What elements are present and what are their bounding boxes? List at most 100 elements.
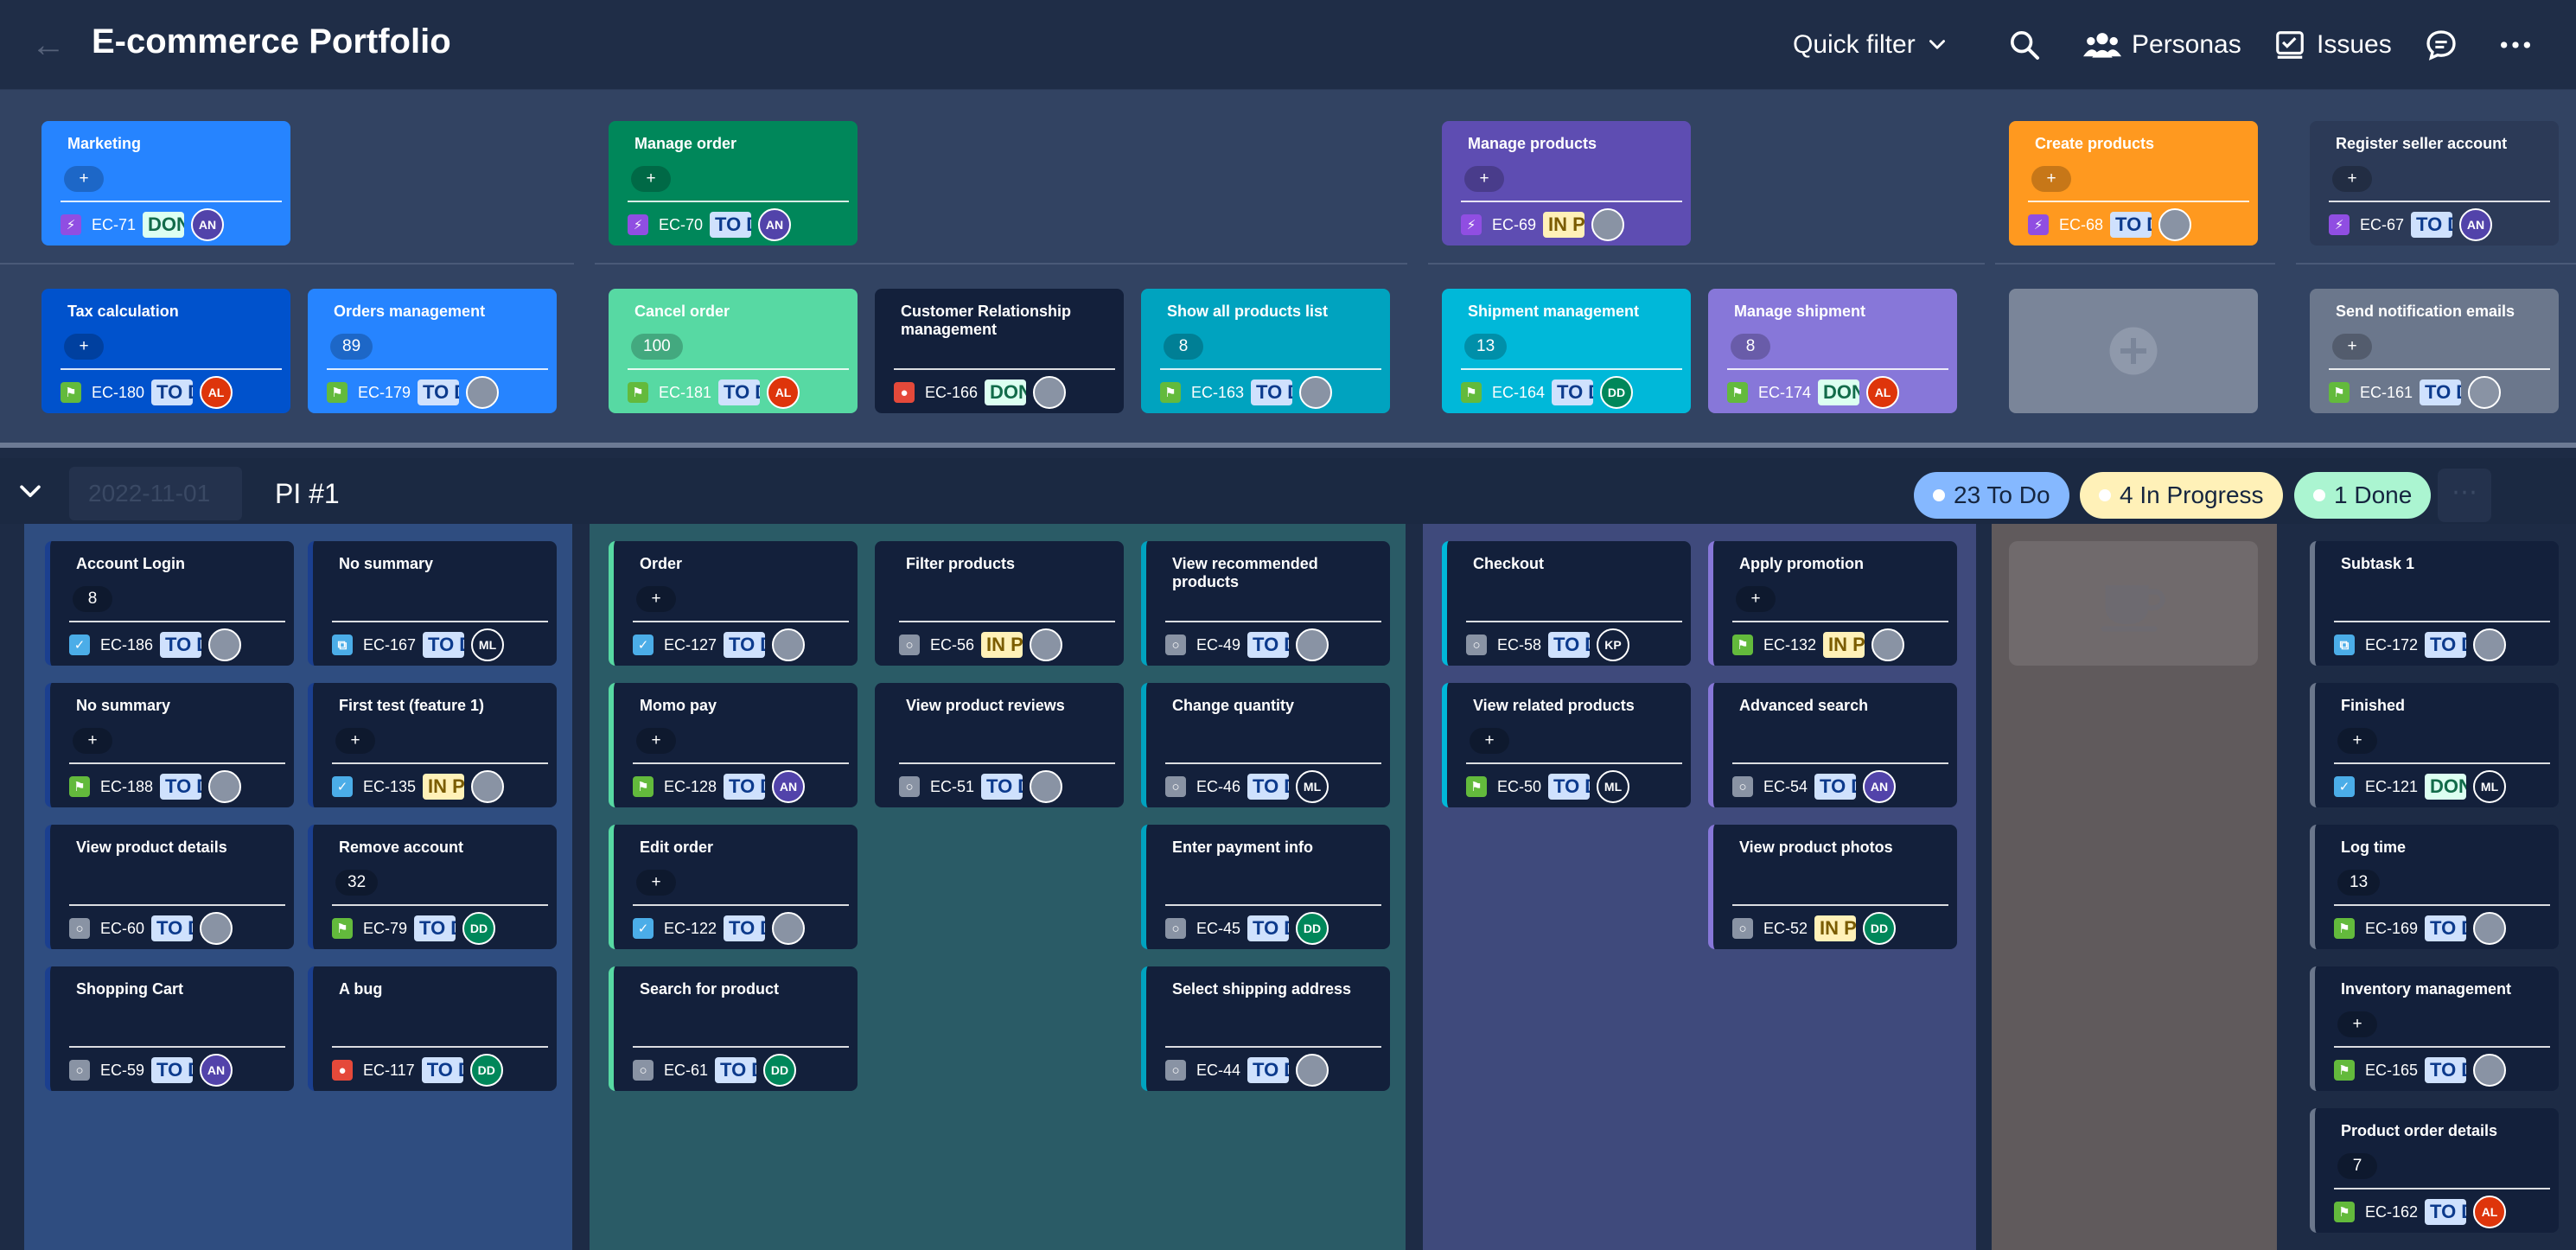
story-card[interactable]: Order + ✓ EC-127 TO DO [609,541,858,666]
status-lozenge[interactable]: TO DO [418,379,460,405]
epic-card[interactable]: Manage products + ⚡ EC-69 IN PROGRESS [1442,121,1691,246]
status-lozenge[interactable]: TO DO [423,632,465,658]
issue-key[interactable]: EC-51 [930,778,974,796]
estimate-pill[interactable]: 13 [1464,334,1508,360]
status-lozenge[interactable]: TO DO [2420,379,2462,405]
avatar[interactable]: ML [471,628,505,661]
issue-key[interactable]: EC-52 [1763,920,1808,938]
status-lozenge[interactable]: TO DO [151,915,194,941]
story-card[interactable]: Subtask 1 ⧉ EC-172 TO DO [2310,541,2559,666]
avatar[interactable] [2473,1054,2507,1087]
avatar[interactable]: AN [758,208,792,241]
avatar[interactable] [772,912,806,945]
story-card[interactable]: View related products + ⚑ EC-50 TO DOML [1442,683,1691,807]
issue-key[interactable]: EC-172 [2365,636,2418,654]
issue-key[interactable]: EC-60 [100,920,144,938]
pi-more-button[interactable]: ⋯ [2438,469,2491,522]
comments-button[interactable] [2424,22,2458,67]
avatar[interactable]: AL [767,376,800,409]
issue-key[interactable]: EC-70 [659,216,703,234]
estimate-pill[interactable]: 100 [631,334,683,360]
estimate-pill[interactable]: + [73,728,112,754]
status-lozenge[interactable]: TO DO [724,632,766,658]
avatar[interactable] [1030,770,1063,803]
story-card[interactable]: Finished + ✓ EC-121 DONEML [2310,683,2559,807]
estimate-pill[interactable]: + [636,586,676,612]
add-feature-placeholder[interactable] [2009,289,2258,413]
story-card[interactable]: First test (feature 1) + ✓ EC-135 IN PROGRES… [308,683,557,807]
estimate-pill[interactable]: + [2031,166,2071,192]
avatar[interactable]: AN [191,208,225,241]
avatar[interactable] [2473,628,2507,661]
estimate-pill[interactable]: + [636,728,676,754]
avatar[interactable] [1299,376,1333,409]
in-progress-count-badge[interactable]: 4 In Progress [2080,472,2283,519]
avatar[interactable] [471,770,505,803]
status-lozenge[interactable]: IN PROGRESS [1814,915,1857,941]
issue-key[interactable]: EC-161 [2360,384,2413,402]
status-lozenge[interactable]: TO DO [724,774,766,800]
issue-key[interactable]: EC-128 [664,778,717,796]
avatar[interactable]: ML [2473,770,2507,803]
feature-card[interactable]: Tax calculation + ⚑ EC-180 TO DOAL [41,289,290,413]
epic-card[interactable]: Manage order + ⚡ EC-70 TO DOAN [609,121,858,246]
avatar[interactable]: DD [469,1054,503,1087]
status-lozenge[interactable]: TO DO [1247,1057,1290,1083]
feature-card[interactable]: Customer Relationship management ● EC-166 D… [875,289,1124,413]
issue-key[interactable]: EC-180 [92,384,144,402]
avatar[interactable]: AL [1866,376,1900,409]
personas-button[interactable]: Personas [2083,22,2241,67]
epic-card[interactable]: Register seller account + ⚡ EC-67 TO DOAN [2310,121,2559,246]
issue-key[interactable]: EC-67 [2360,216,2404,234]
status-lozenge[interactable]: TO DO [1247,632,1290,658]
issue-key[interactable]: EC-117 [363,1062,415,1080]
issue-key[interactable]: EC-54 [1763,778,1808,796]
estimate-pill[interactable]: 32 [335,870,379,896]
story-card[interactable]: Apply promotion + ⚑ EC-132 IN PROGRESS [1708,541,1957,666]
avatar[interactable]: DD [462,912,496,945]
quick-filter-button[interactable]: Quick filter [1793,22,1948,67]
status-lozenge[interactable]: TO DO [414,915,456,941]
estimate-pill[interactable]: + [2337,728,2377,754]
issue-key[interactable]: EC-167 [363,636,416,654]
estimate-pill[interactable]: 13 [2337,870,2381,896]
story-card[interactable]: No summary + ⚑ EC-188 TO DO [45,683,294,807]
avatar[interactable]: DD [1296,912,1329,945]
issue-key[interactable]: EC-44 [1196,1062,1240,1080]
issue-key[interactable]: EC-162 [2365,1203,2418,1221]
avatar[interactable]: DD [1600,376,1634,409]
issue-key[interactable]: EC-163 [1191,384,1244,402]
issue-key[interactable]: EC-164 [1492,384,1545,402]
avatar[interactable] [466,376,500,409]
story-card[interactable]: Filter products ○ EC-56 IN PROGRESS [875,541,1124,666]
issue-key[interactable]: EC-174 [1758,384,1811,402]
issue-key[interactable]: EC-165 [2365,1062,2418,1080]
avatar[interactable] [1296,628,1329,661]
collapse-chevron-icon[interactable] [16,477,45,507]
avatar[interactable] [2473,912,2507,945]
issue-key[interactable]: EC-46 [1196,778,1240,796]
issue-key[interactable]: EC-186 [100,636,153,654]
issue-key[interactable]: EC-169 [2365,920,2418,938]
status-lozenge[interactable]: TO DO [2425,632,2467,658]
status-lozenge[interactable]: TO DO [421,1057,463,1083]
status-lozenge[interactable]: IN PROGRESS [981,632,1023,658]
status-lozenge[interactable]: DONE [1818,379,1860,405]
search-button[interactable] [2007,22,2042,67]
story-card[interactable]: View product photos ○ EC-52 IN PROGRESSDD [1708,825,1957,949]
issue-key[interactable]: EC-181 [659,384,711,402]
avatar[interactable] [1591,208,1625,241]
story-card[interactable]: Search for product ○ EC-61 TO DODD [609,966,858,1091]
status-lozenge[interactable]: TO DO [151,379,194,405]
issue-key[interactable]: EC-179 [358,384,411,402]
avatar[interactable] [2158,208,2192,241]
avatar[interactable]: AN [200,1054,233,1087]
issue-key[interactable]: EC-121 [2365,778,2418,796]
avatar[interactable]: AN [2459,208,2493,241]
issue-key[interactable]: EC-45 [1196,920,1240,938]
issue-key[interactable]: EC-132 [1763,636,1816,654]
status-lozenge[interactable]: TO DO [981,774,1023,800]
status-lozenge[interactable]: TO DO [1548,774,1591,800]
avatar[interactable] [208,770,242,803]
estimate-pill[interactable]: + [636,870,676,896]
